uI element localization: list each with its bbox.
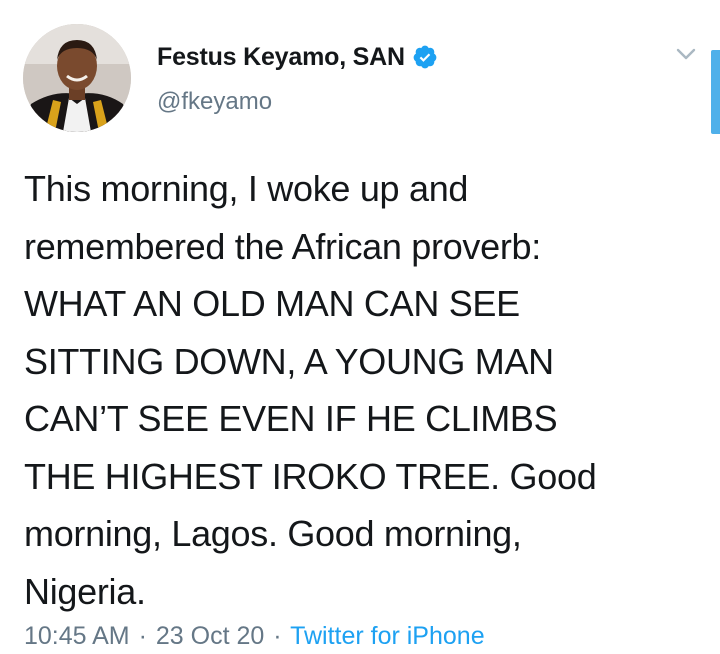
chevron-down-icon[interactable] [672, 44, 700, 64]
tweet-meta: 10:45 AM · 23 Oct 20 · Twitter for iPhon… [24, 620, 485, 652]
avatar[interactable] [23, 24, 131, 132]
avatar-photo [23, 24, 131, 132]
author-handle[interactable]: @fkeyamo [157, 88, 272, 116]
tweet-source-link[interactable]: Twitter for iPhone [290, 622, 485, 650]
tweet-text: This morning, I woke up and remembered t… [24, 168, 597, 612]
tweet-time[interactable]: 10:45 AM [24, 622, 130, 650]
tweet-date[interactable]: 23 Oct 20 [156, 622, 264, 650]
meta-separator: · [273, 622, 282, 650]
meta-separator: · [138, 622, 147, 650]
author-display-name[interactable]: Festus Keyamo, SAN [157, 43, 405, 72]
author-name-row[interactable]: Festus Keyamo, SAN [157, 41, 438, 73]
verified-badge-icon [412, 44, 438, 70]
scrollbar[interactable] [711, 50, 720, 134]
